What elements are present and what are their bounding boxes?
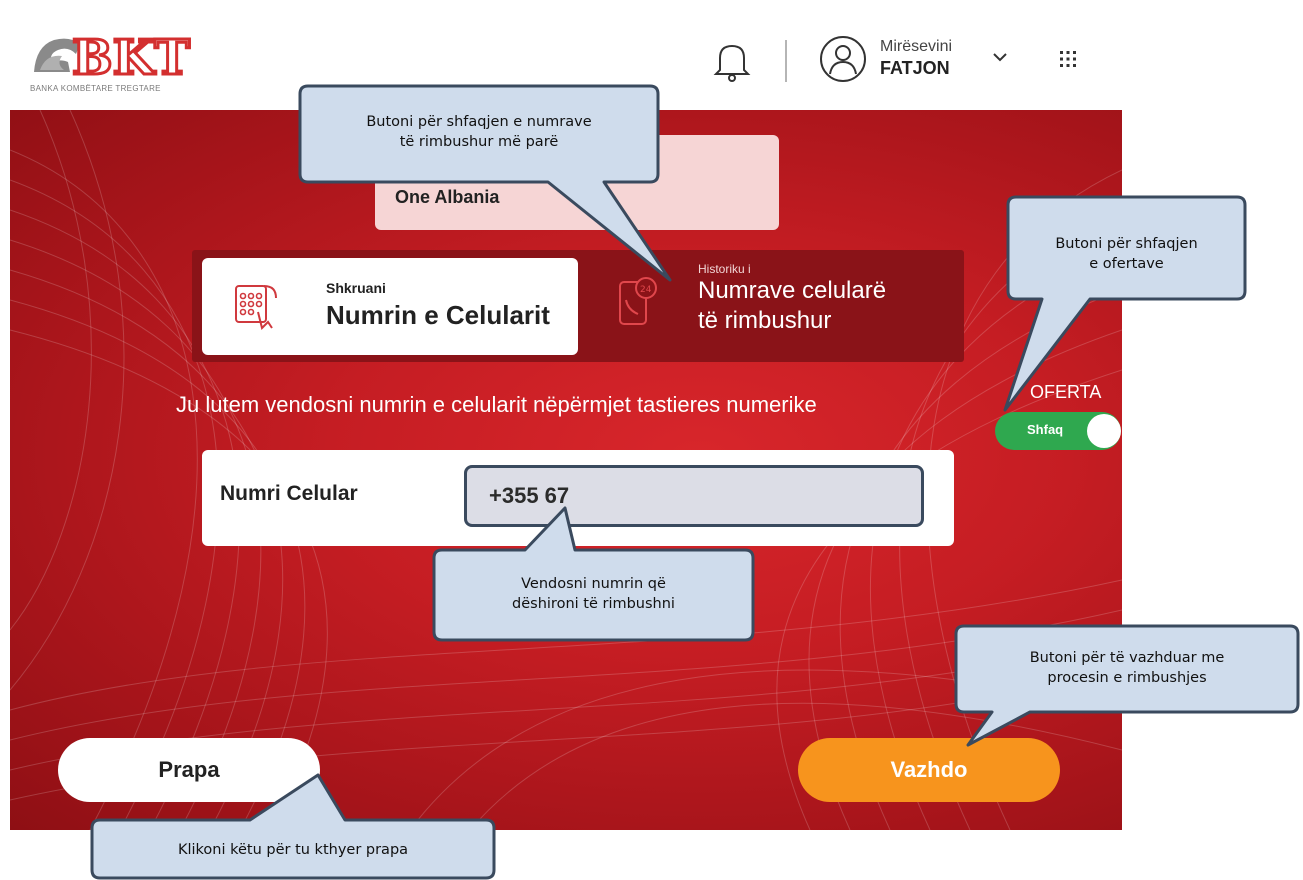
greeting-text: Mirësevini bbox=[880, 38, 953, 55]
bkt-logo: BKT BANKA KOMBËTARE TREGTARE bbox=[30, 24, 205, 96]
input-mode-tabs: Shkruani Numrin e Celularit 24 Historiku… bbox=[192, 250, 964, 362]
instruction-text: Ju lutem vendosni numrin e celularit nëp… bbox=[176, 392, 817, 417]
callout-history-line2: të rimbushur më parë bbox=[399, 134, 559, 150]
svg-text:24: 24 bbox=[640, 285, 652, 295]
tab-history-small-label: Historiku i bbox=[698, 262, 751, 276]
callout-offer-line1: Butoni për shfaqjen bbox=[1055, 236, 1198, 252]
callout-phone-line1: Vendosni numrin që bbox=[521, 576, 666, 592]
top-bar: BKT BANKA KOMBËTARE TREGTARE Mirësevini … bbox=[10, 0, 1122, 111]
tab-enter-label: Numrin e Celularit bbox=[326, 300, 550, 330]
offer-toggle-label: Shfaq bbox=[1027, 422, 1064, 437]
callout-history-line1: Butoni për shfaqjen e numrave bbox=[366, 114, 592, 130]
logo-subtitle: BANKA KOMBËTARE TREGTARE bbox=[30, 84, 161, 93]
continue-button[interactable]: Vazhdo bbox=[798, 738, 1060, 802]
callout-next-text: Butoni për të vazhduar me procesin e rim… bbox=[956, 648, 1298, 688]
phone-number-input[interactable]: +355 67 bbox=[464, 465, 924, 527]
callout-phone-text: Vendosni numrin që dëshironi të rimbushn… bbox=[434, 574, 753, 614]
tab-history-line1: Numrave celularë bbox=[698, 277, 887, 304]
offer-toggle[interactable]: Shfaq bbox=[995, 412, 1121, 450]
callout-next-line1: Butoni për të vazhduar me bbox=[1029, 650, 1225, 666]
header-divider bbox=[785, 40, 787, 82]
callout-back-line1: Klikoni këtu për tu kthyer prapa bbox=[177, 842, 409, 858]
user-avatar-icon[interactable] bbox=[818, 34, 868, 84]
offer-label: OFERTA bbox=[1030, 382, 1102, 402]
callout-back-text: Klikoni këtu për tu kthyer prapa bbox=[92, 840, 494, 860]
callout-offer-line2: e ofertave bbox=[1089, 256, 1164, 272]
operator-name: One Albania bbox=[395, 187, 500, 207]
tab-history-line2: të rimbushur bbox=[698, 307, 832, 334]
tab-enter-small-label: Shkruani bbox=[326, 280, 386, 296]
user-name: FATJON bbox=[880, 58, 950, 78]
callout-next-line2: procesin e rimbushjes bbox=[1047, 670, 1207, 686]
callout-phone-line2: dëshironi të rimbushni bbox=[512, 596, 675, 612]
phone-history-icon: 24 bbox=[614, 274, 660, 328]
back-button[interactable]: Prapa bbox=[58, 738, 320, 802]
tab-enter-number[interactable]: Shkruani Numrin e Celularit bbox=[202, 258, 578, 355]
callout-history-text: Butoni për shfaqjen e numrave të rimbush… bbox=[300, 112, 658, 152]
logo-letters: BKT bbox=[72, 30, 190, 84]
tab-history[interactable]: 24 Historiku i Numrave celularë të rimbu… bbox=[592, 250, 964, 362]
tab-history-label: Numrave celularë të rimbushur bbox=[698, 276, 958, 336]
apps-grid-icon[interactable] bbox=[1058, 49, 1078, 69]
chevron-down-icon[interactable] bbox=[990, 50, 1010, 64]
toggle-knob bbox=[1087, 414, 1121, 448]
phone-number-card: Numri Celular +355 67 bbox=[202, 450, 954, 546]
phone-label: Numri Celular bbox=[220, 482, 358, 505]
callout-offer-text: Butoni për shfaqjen e ofertave bbox=[1008, 234, 1245, 274]
keypad-phone-icon bbox=[232, 282, 278, 332]
bell-icon[interactable] bbox=[710, 38, 754, 82]
